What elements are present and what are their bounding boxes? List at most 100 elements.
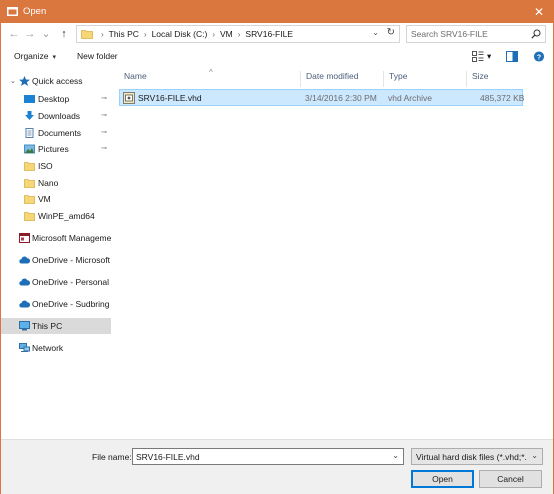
vhd-file-icon [123, 92, 135, 104]
sidebar-item-onedrive-microsoft[interactable]: OneDrive - Microsoft [1, 252, 111, 268]
breadcrumb-separator-icon[interactable]: › [238, 30, 241, 39]
refresh-icon[interactable]: ↻ [387, 27, 395, 38]
sidebar-item-label: Network [32, 343, 64, 353]
search-input[interactable] [411, 28, 521, 40]
preview-pane-icon[interactable] [506, 51, 518, 62]
chevron-down-icon: ▾ [52, 54, 57, 61]
file-type-value: Virtual hard disk files (*.vhd;*. [416, 452, 527, 462]
cancel-button[interactable]: Cancel [479, 470, 542, 488]
file-name-input[interactable] [136, 451, 386, 463]
star-icon [19, 76, 30, 86]
sidebar-item-label: ISO [38, 161, 53, 171]
organize-button[interactable]: Organize ▾ [14, 51, 56, 61]
sidebar-item-downloads[interactable]: Downloads ⊸ [1, 108, 111, 124]
title-bar[interactable]: Open ✕ [1, 1, 553, 23]
folder-icon [24, 162, 35, 171]
breadcrumb-vm[interactable]: VM [220, 29, 233, 39]
help-icon[interactable]: ? [533, 51, 545, 62]
pin-icon: ⊸ [101, 112, 107, 119]
desktop-icon [24, 95, 35, 103]
breadcrumb: › This PC › Local Disk (C:) › VM › SRV16… [96, 29, 293, 39]
file-name-combobox[interactable]: ⌄ [132, 448, 404, 465]
breadcrumb-local-disk[interactable]: Local Disk (C:) [152, 29, 208, 39]
sidebar-item-this-pc[interactable]: This PC [1, 318, 111, 334]
sidebar-item-label: WinPE_amd64 [38, 211, 95, 221]
window-title: Open [23, 6, 47, 17]
pictures-icon [24, 144, 35, 154]
address-bar[interactable]: › This PC › Local Disk (C:) › VM › SRV16… [76, 25, 400, 43]
svg-text:?: ? [537, 52, 542, 61]
organize-label: Organize [14, 51, 49, 61]
column-header-name[interactable]: Name ^ [119, 68, 301, 87]
sidebar-item-label: Quick access [32, 76, 83, 86]
file-type: vhd Archive [388, 93, 432, 103]
sidebar-item-pictures[interactable]: Pictures ⊸ [1, 141, 111, 157]
sidebar-item-microsoft-management[interactable]: Microsoft Manageme [1, 230, 111, 246]
breadcrumb-this-pc[interactable]: This PC [109, 29, 139, 39]
search-box[interactable] [406, 25, 546, 43]
sidebar-item-label: OneDrive - Sudbring [32, 299, 110, 309]
file-name-label: File name: [92, 452, 132, 462]
file-size: 485,372 KB [480, 93, 525, 103]
back-arrow-icon[interactable]: ← [7, 26, 21, 42]
sidebar-item-iso[interactable]: ISO [1, 158, 111, 174]
view-options-dropdown-icon[interactable]: ▾ [487, 51, 491, 62]
cloud-icon [19, 278, 30, 286]
sidebar-item-desktop[interactable]: Desktop ⊸ [1, 91, 111, 107]
sidebar-item-label: Documents [38, 128, 81, 138]
folder-icon [24, 212, 35, 221]
column-header-size[interactable]: Size [467, 71, 527, 87]
sort-ascending-icon: ^ [209, 68, 213, 77]
sidebar-item-onedrive-personal[interactable]: OneDrive - Personal [1, 274, 111, 290]
pin-icon: ⊸ [101, 129, 107, 136]
file-row[interactable]: SRV16-FILE.vhd 3/14/2016 2:30 PM vhd Arc… [119, 89, 525, 106]
up-arrow-icon[interactable]: ↑ [57, 26, 71, 42]
forward-arrow-icon[interactable]: → [23, 26, 37, 42]
sidebar-item-winpe-amd64[interactable]: WinPE_amd64 [1, 208, 111, 224]
chevron-down-icon[interactable]: ⌄ [392, 451, 399, 460]
column-header-date-modified[interactable]: Date modified [301, 71, 384, 87]
chevron-down-icon[interactable]: ⌄ [531, 451, 538, 460]
open-button[interactable]: Open [411, 470, 474, 488]
app-icon [7, 7, 18, 16]
column-header-label: Size [472, 71, 489, 81]
column-header-type[interactable]: Type [384, 71, 467, 87]
change-view-icon[interactable] [472, 51, 484, 62]
search-icon[interactable] [531, 29, 541, 39]
column-header-label: Date modified [306, 71, 359, 81]
sidebar-item-quick-access[interactable]: ⌄ Quick access [1, 73, 111, 89]
sidebar-item-label: OneDrive - Microsoft [32, 255, 110, 265]
computer-icon [19, 321, 30, 331]
sidebar-item-vm[interactable]: VM [1, 191, 111, 207]
pin-icon: ⊸ [101, 145, 107, 152]
download-icon [25, 111, 34, 120]
navigation-pane: ⌄ Quick access Desktop ⊸ Downloads ⊸ Doc… [1, 67, 111, 439]
sidebar-item-onedrive-sudbring[interactable]: OneDrive - Sudbring [1, 296, 111, 312]
recent-locations-chevron-icon[interactable]: ⌄ [39, 26, 53, 42]
sidebar-item-label: Microsoft Manageme [32, 233, 111, 243]
breadcrumb-separator-icon[interactable]: › [144, 30, 147, 39]
breadcrumb-separator-icon: › [101, 29, 104, 39]
sidebar-item-network[interactable]: Network [1, 340, 111, 356]
network-icon [19, 343, 30, 352]
sidebar-item-label: Desktop [38, 94, 70, 104]
chevron-down-icon[interactable]: ⌄ [10, 77, 16, 85]
sidebar-item-label: This PC [32, 321, 63, 331]
breadcrumb-srv16-file[interactable]: SRV16-FILE [245, 29, 293, 39]
command-bar: Organize ▾ New folder ▾ ? [1, 47, 553, 67]
documents-icon [25, 128, 34, 138]
pin-icon: ⊸ [101, 95, 107, 102]
breadcrumb-separator-icon[interactable]: › [212, 30, 215, 39]
open-file-dialog: Open ✕ ← → ⌄ ↑ › This PC › Local Disk (C… [0, 0, 554, 494]
folder-icon [24, 195, 35, 204]
new-folder-button[interactable]: New folder [77, 51, 118, 61]
sidebar-item-documents[interactable]: Documents ⊸ [1, 125, 111, 141]
management-console-icon [19, 233, 30, 243]
column-header-label: Name [124, 71, 147, 81]
navigation-row: ← → ⌄ ↑ › This PC › Local Disk (C:) › VM… [1, 23, 553, 45]
sidebar-item-nano[interactable]: Nano [1, 175, 111, 191]
close-icon[interactable]: ✕ [525, 1, 553, 23]
file-type-select[interactable]: Virtual hard disk files (*.vhd;*. ⌄ [411, 448, 543, 465]
sidebar-item-label: Pictures [38, 144, 69, 154]
address-dropdown-icon[interactable]: ⌄ [372, 28, 379, 37]
